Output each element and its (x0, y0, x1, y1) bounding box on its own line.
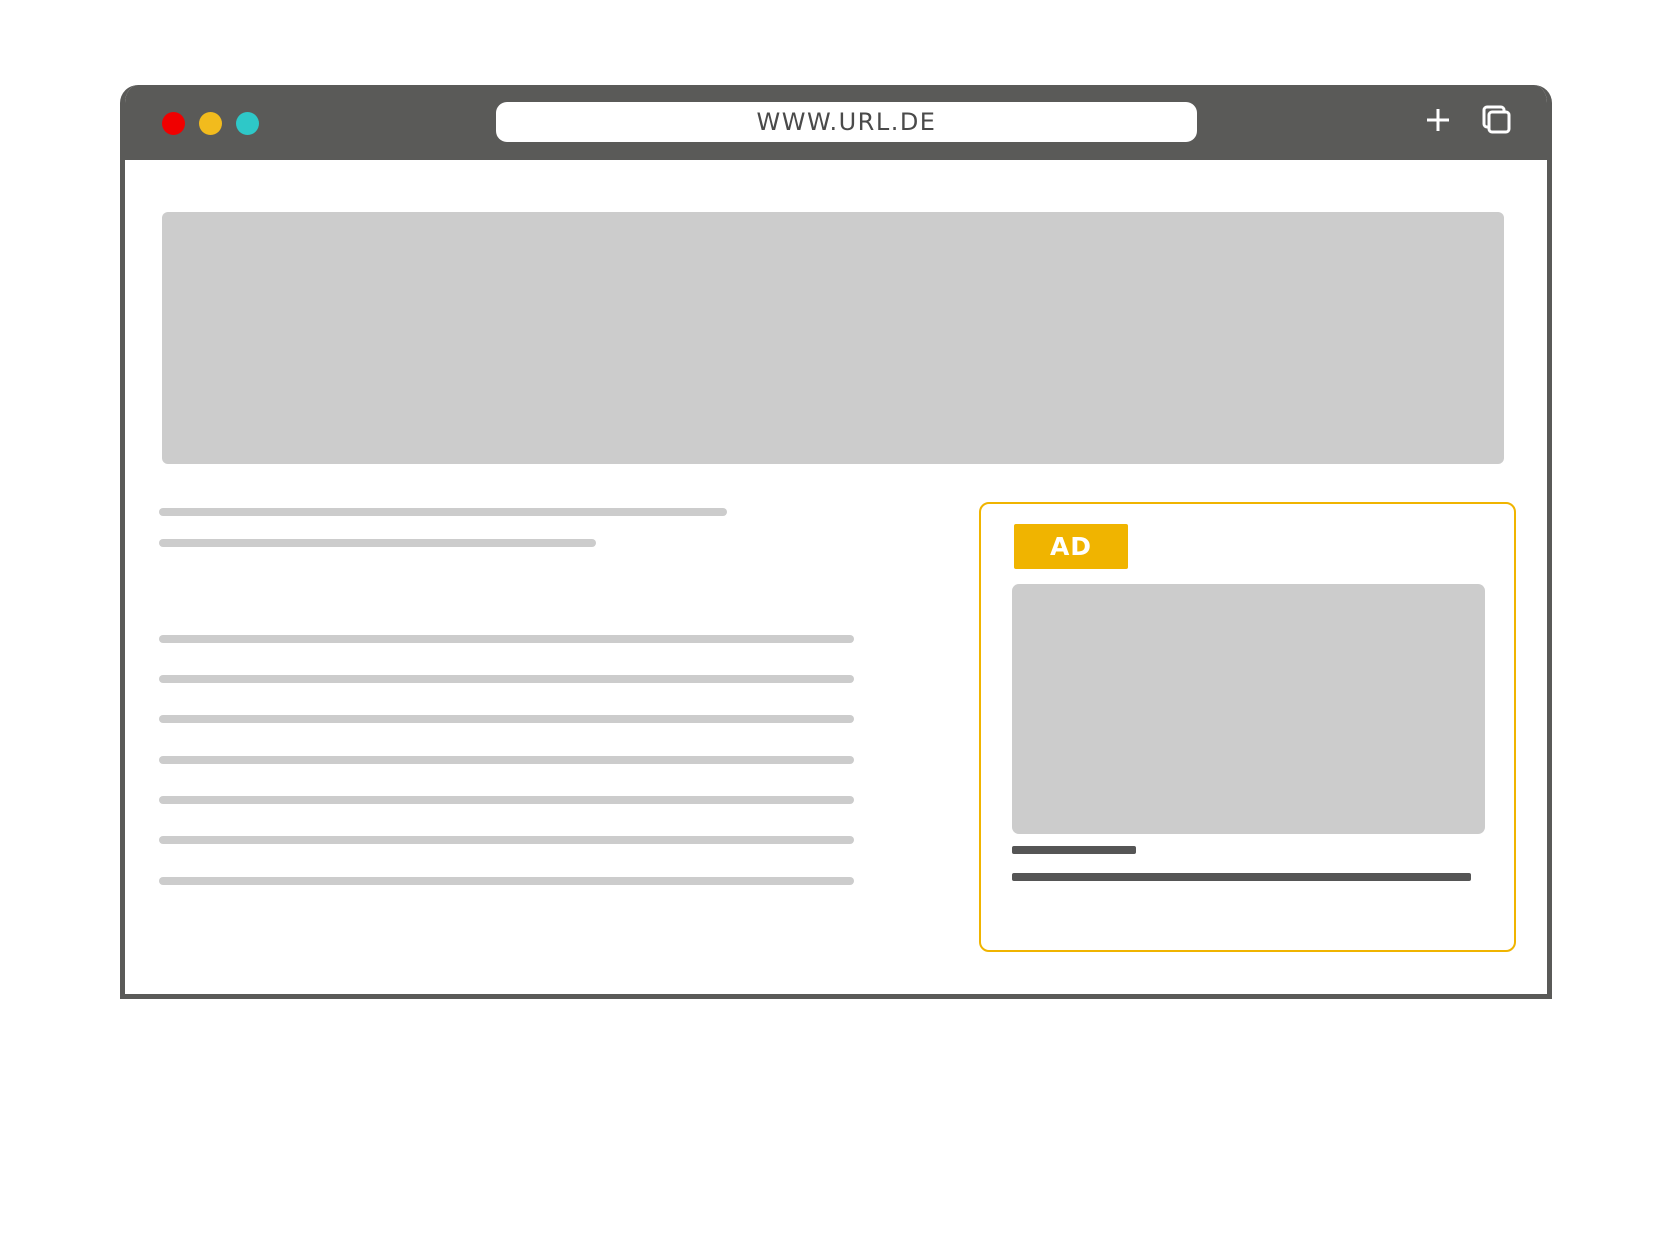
tabs-icon[interactable] (1482, 105, 1512, 135)
address-bar-url: WWW.URL.DE (756, 108, 937, 136)
minimize-window-dot[interactable] (199, 112, 222, 135)
hero-image-placeholder (162, 212, 1504, 464)
body-text-line (159, 756, 854, 764)
ad-description-line (1012, 873, 1471, 881)
body-text-line (159, 836, 854, 844)
headline-line (159, 508, 727, 516)
ad-title-line (1012, 846, 1136, 854)
maximize-window-dot[interactable] (236, 112, 259, 135)
subheadline-line (159, 539, 596, 547)
ad-container[interactable]: AD (979, 502, 1516, 952)
address-bar[interactable]: WWW.URL.DE (496, 102, 1197, 142)
browser-titlebar: WWW.URL.DE (125, 85, 1547, 160)
body-text-line (159, 675, 854, 683)
body-text-line (159, 796, 854, 804)
close-window-dot[interactable] (162, 112, 185, 135)
ad-image-placeholder[interactable] (1012, 584, 1485, 834)
plus-icon[interactable] (1425, 107, 1451, 133)
body-text-line (159, 715, 854, 723)
ad-badge: AD (1014, 524, 1128, 569)
body-text-line (159, 877, 854, 885)
ad-badge-label: AD (1049, 532, 1093, 561)
body-text-line (159, 635, 854, 643)
